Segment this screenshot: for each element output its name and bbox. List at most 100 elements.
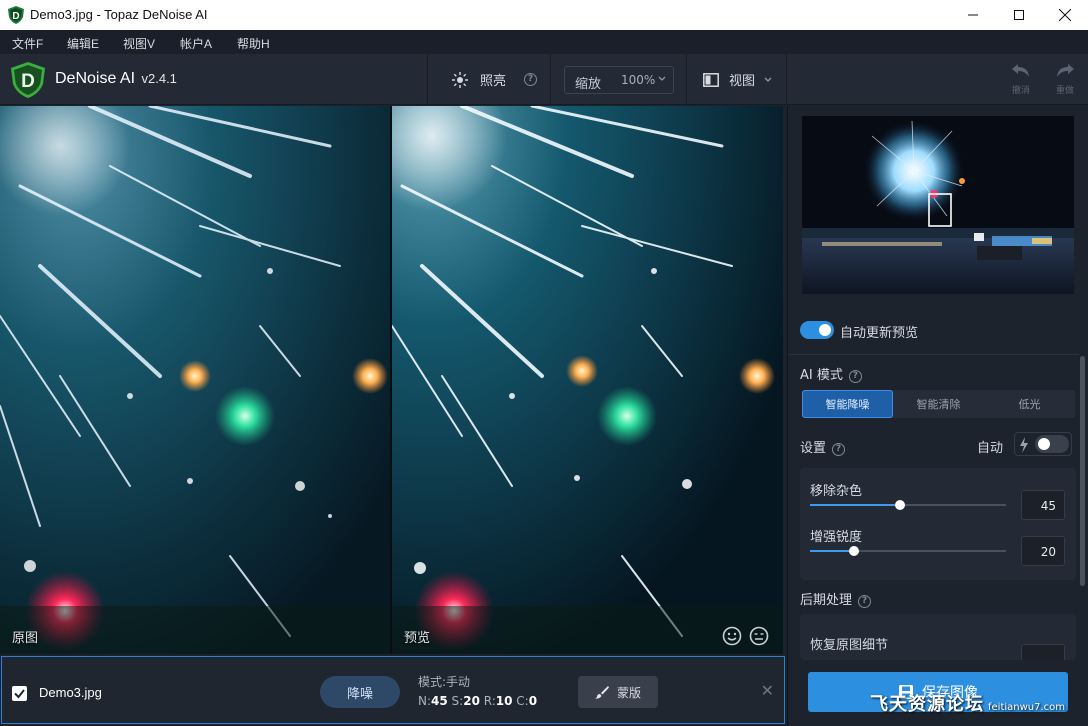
ai-mode-option-lowlight[interactable]: 低光 [984, 390, 1075, 418]
mask-button[interactable]: 蒙版 [578, 676, 658, 708]
navigator-image [802, 116, 1074, 294]
toggle-knob [819, 324, 831, 336]
settings-panel: 自动更新预览 AI 模式? 智能降噪 智能清除 低光 设置? 自动 移除杂色 4… [787, 106, 1088, 726]
smile-feedback-icon[interactable] [722, 626, 742, 646]
restore-detail-value[interactable] [1021, 644, 1065, 660]
menu-bar: 文件F 编辑E 视图V 帐户A 帮助H [0, 30, 1088, 54]
view-mode-button[interactable]: 视图 [703, 54, 773, 105]
remove-noise-value[interactable]: 45 [1021, 490, 1065, 520]
enhance-sharpness-value[interactable]: 20 [1021, 536, 1065, 566]
app-name: DeNoise AI [55, 70, 136, 87]
menu-help[interactable]: 帮助H [237, 35, 270, 52]
svg-text:D: D [21, 71, 35, 92]
auto-update-label: 自动更新预览 [840, 326, 919, 341]
slider-thumb[interactable] [849, 546, 859, 556]
undo-icon [1012, 64, 1029, 77]
post-processing-box: 恢复原图细节 [800, 614, 1076, 660]
maximize-button[interactable] [996, 0, 1042, 30]
zoom-select[interactable]: 缩放 100% [564, 66, 674, 94]
navigator-thumbnail[interactable] [802, 116, 1074, 294]
auto-settings-toggle[interactable] [1035, 435, 1069, 453]
ai-mode-help-icon[interactable]: ? [848, 370, 862, 383]
zoom-value: 100% [621, 73, 656, 87]
file-list-bar: Demo3.jpg 降噪 模式:手动 N:45 S:20 R:10 C:0 蒙版… [0, 654, 786, 726]
mode-text: 模式:手动 [418, 675, 471, 689]
neutral-feedback-icon[interactable] [749, 626, 769, 646]
settings-title: 设置? [800, 437, 846, 456]
stat-n: 45 [431, 694, 448, 708]
stat-s: 20 [463, 694, 480, 708]
enhance-sharpness-slider[interactable] [810, 546, 1006, 556]
close-window-button[interactable] [1042, 0, 1088, 30]
watermark-text: 飞天资源论坛 [870, 694, 984, 715]
chevron-down-icon [658, 76, 666, 81]
lightning-icon [1020, 437, 1028, 453]
menu-view[interactable]: 视图V [123, 35, 155, 52]
ai-mode-option-denoise[interactable]: 智能降噪 [802, 390, 893, 418]
split-view-icon [703, 72, 719, 87]
post-processing-help-icon[interactable]: ? [858, 595, 872, 608]
file-checkbox[interactable] [12, 686, 27, 701]
checkmark-icon [14, 689, 25, 699]
post-processing-title-text: 后期处理 [800, 593, 853, 608]
auto-settings-control [1014, 432, 1072, 456]
view-label: 视图 [729, 74, 756, 89]
menu-file[interactable]: 文件F [12, 35, 43, 52]
enhance-sharpness-label: 增强锐度 [810, 530, 863, 545]
auto-update-toggle[interactable] [800, 321, 834, 339]
watermark: 飞天资源论坛 feitianwu7.com [870, 690, 1065, 716]
setting-stats: N:45 S:20 R:10 C:0 [418, 694, 538, 708]
sun-icon [452, 71, 468, 88]
settings-sliders: 移除杂色 45 增强锐度 20 [800, 468, 1076, 580]
preview-image-pane[interactable]: 预览 [392, 106, 783, 654]
settings-title-text: 设置 [800, 441, 827, 456]
auto-label: 自动 [977, 441, 1004, 456]
minimize-button[interactable] [950, 0, 996, 30]
app-brand: DeNoise AI v2.4.1 [55, 70, 177, 88]
slider-fill [810, 504, 900, 506]
original-label: 原图 [12, 631, 39, 646]
zoom-label: 缩放 [575, 77, 602, 92]
settings-help-icon[interactable]: ? [832, 443, 846, 456]
mask-label: 蒙版 [616, 685, 641, 700]
file-row[interactable]: Demo3.jpg 降噪 模式:手动 N:45 S:20 R:10 C:0 蒙版… [1, 656, 785, 724]
section-divider [788, 354, 1079, 355]
stat-c: 0 [528, 694, 538, 708]
undo-button[interactable]: 撤消 [1001, 62, 1041, 102]
app-version: v2.4.1 [141, 71, 177, 86]
post-processing-title: 后期处理? [800, 589, 872, 608]
undo-label: 撤消 [1011, 86, 1030, 96]
chevron-down-icon [764, 77, 772, 82]
denoise-button[interactable]: 降噪 [320, 676, 400, 708]
redo-icon [1057, 64, 1074, 77]
app-shield-icon: D [8, 6, 24, 24]
menu-edit[interactable]: 编辑E [67, 35, 99, 52]
close-icon [1059, 9, 1071, 21]
preview-label: 预览 [404, 631, 431, 646]
svg-text:D: D [12, 11, 19, 22]
mode-info: 模式:手动 N:45 S:20 R:10 C:0 [418, 673, 537, 708]
redo-button[interactable]: 重做 [1045, 62, 1085, 102]
toolbar-divider [550, 54, 551, 105]
ai-mode-option-clear[interactable]: 智能清除 [893, 390, 984, 418]
main-toolbar: D DeNoise AI v2.4.1 照亮 ? 缩放 100% 视图 撤消 重… [0, 54, 1088, 105]
brightness-help-icon[interactable]: ? [524, 73, 537, 86]
menu-account[interactable]: 帐户A [180, 35, 212, 52]
toggle-knob [1038, 438, 1050, 450]
window-titlebar: D Demo3.jpg - Topaz DeNoise AI [0, 0, 1088, 30]
brightness-button[interactable]: 照亮 [452, 54, 506, 105]
original-image-pane[interactable]: 原图 [0, 106, 390, 654]
remove-noise-slider[interactable] [810, 500, 1006, 510]
maximize-icon [1014, 10, 1024, 20]
remove-file-icon[interactable]: ✕ [761, 681, 774, 700]
restore-detail-label: 恢复原图细节 [810, 638, 889, 653]
original-fireworks-image [0, 106, 390, 654]
toolbar-divider [786, 54, 787, 105]
denoise-logo-icon: D [11, 62, 45, 98]
redo-label: 重做 [1055, 86, 1074, 96]
slider-thumb[interactable] [895, 500, 905, 510]
panel-scrollbar-thumb[interactable] [1080, 356, 1085, 586]
brightness-label: 照亮 [480, 74, 507, 89]
slider-fill [810, 550, 854, 552]
window-title: Demo3.jpg - Topaz DeNoise AI [30, 7, 208, 22]
